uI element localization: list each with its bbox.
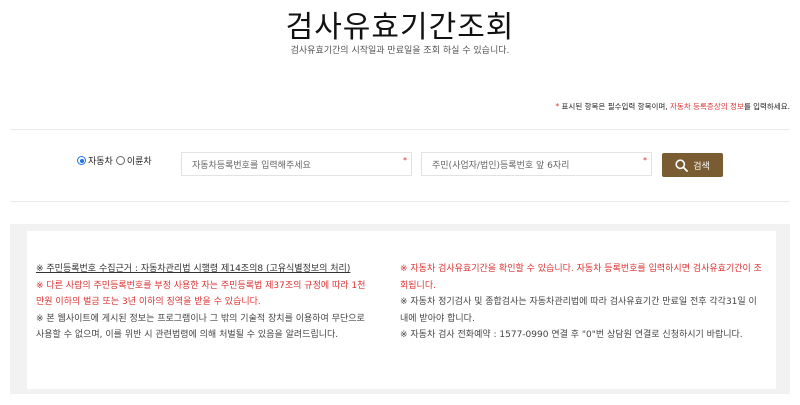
required-note-text-1: 표시된 항목은 필수입력 항목이며, <box>559 102 671 111</box>
required-note-highlight: 자동차 등록증상의 정보 <box>670 102 744 111</box>
notice-collection-basis: ※ 주민등록번호 수집근거 : 자동차관리법 시행령 제14조의8 (고유식별정… <box>36 264 351 274</box>
search-icon <box>675 158 689 172</box>
notice-right-column: ※ 자동차 검사유효기간을 확인할 수 있습니다. 자동차 등록번호를 입력하시… <box>400 261 765 344</box>
resident-number-required-mark: * <box>643 156 647 165</box>
car-number-input[interactable]: 자동차등록번호를 입력해주세요 * <box>181 152 412 176</box>
divider-top <box>10 129 790 130</box>
radio-motorcycle-label[interactable]: 이륜차 <box>127 154 152 167</box>
notice-phone-reservation: ※ 자동차 검사 전화예약 : 1577-0990 연결 후 "0"번 상담원 … <box>400 330 743 340</box>
required-fields-note: * 표시된 항목은 필수입력 항목이며, 자동차 등록증상의 정보를 입력하세요… <box>555 101 790 112</box>
car-number-required-mark: * <box>403 156 407 165</box>
resident-number-input[interactable]: 주민(사업자/법인)등록번호 앞 6자리 * <box>421 152 652 176</box>
car-number-placeholder: 자동차등록번호를 입력해주세요 <box>192 160 311 171</box>
notice-box: ※ 주민등록번호 수집근거 : 자동차관리법 시행령 제14조의8 (고유식별정… <box>10 224 790 394</box>
notice-inspection-period: ※ 자동차 정기검사 및 종합검사는 자동차관리법에 따라 검사유효기간 만료일… <box>400 297 757 324</box>
required-note-text-2: 를 입력하세요. <box>743 102 790 111</box>
notice-penalty-warning: ※ 다른 사람의 주민등록번호를 부정 사용한 자는 주민등록법 제37조의 규… <box>36 280 366 308</box>
radio-motorcycle[interactable] <box>115 156 125 165</box>
search-button-label: 검색 <box>693 161 710 172</box>
divider-bottom <box>10 201 790 202</box>
notice-inner: ※ 주민등록번호 수집근거 : 자동차관리법 시행령 제14조의8 (고유식별정… <box>27 231 776 389</box>
radio-car[interactable] <box>77 156 86 165</box>
notice-left-column: ※ 주민등록번호 수집근거 : 자동차관리법 시행령 제14조의8 (고유식별정… <box>36 261 372 344</box>
resident-number-placeholder: 주민(사업자/법인)등록번호 앞 6자리 <box>432 160 570 171</box>
page-title: 검사유효기간조회 <box>285 10 515 45</box>
radio-car-label[interactable]: 자동차 <box>88 154 113 167</box>
notice-inspection-info: ※ 자동차 검사유효기간을 확인할 수 있습니다. 자동차 등록번호를 입력하시… <box>400 264 762 291</box>
search-button[interactable]: 검색 <box>662 153 723 177</box>
vehicle-type-group: 자동차 이륜차 <box>77 154 155 167</box>
notice-usage-restriction: ※ 본 웹사이트에 게시된 정보는 프로그램이나 그 밖의 기술적 장치를 이용… <box>36 313 365 341</box>
page-subtitle: 검사유효기간의 시작일과 만료일을 조회 하실 수 있습니다. <box>290 46 510 56</box>
